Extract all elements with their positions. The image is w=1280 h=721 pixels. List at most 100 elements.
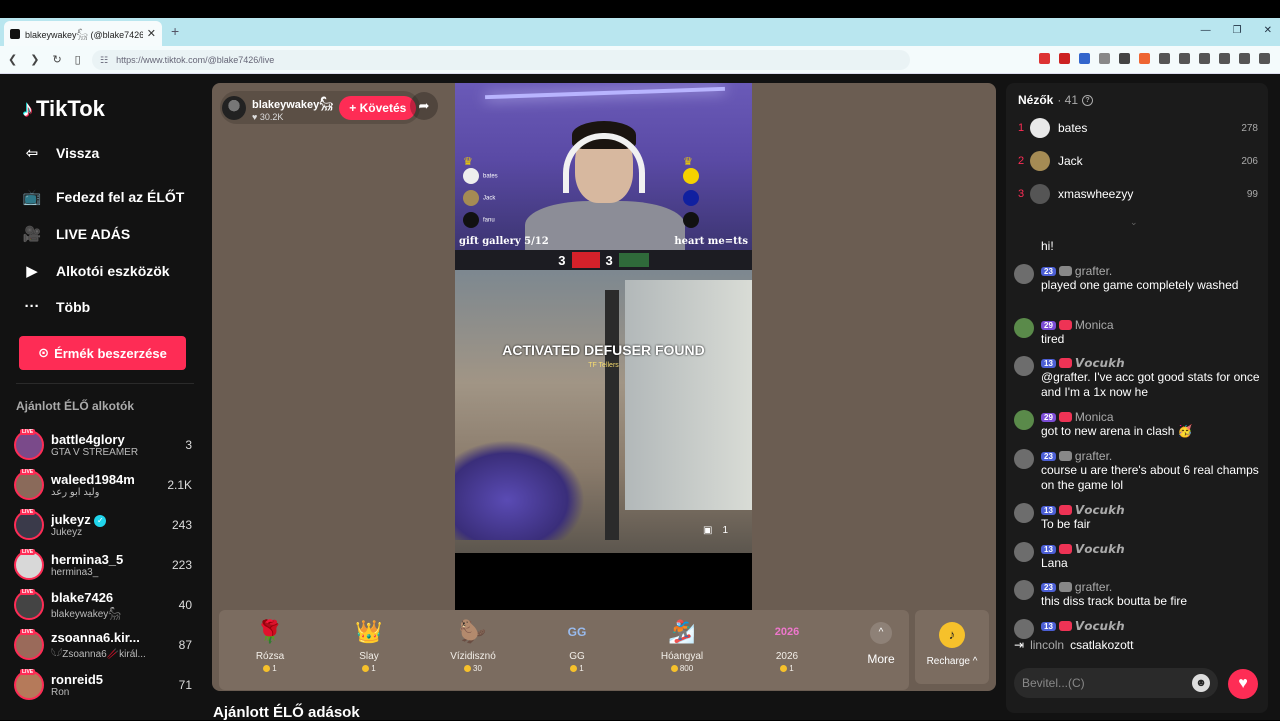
- chat-username[interactable]: 𝙑𝙤𝙘𝙪𝙠𝙝: [1075, 356, 1125, 370]
- chat-username[interactable]: grafter.: [1075, 449, 1112, 463]
- chat-username[interactable]: 𝙑𝙤𝙘𝙪𝙠𝙝: [1075, 542, 1125, 556]
- extension-icon[interactable]: [1199, 53, 1210, 64]
- extension-icon[interactable]: [1139, 53, 1150, 64]
- join-text: csatlakozott: [1070, 638, 1134, 652]
- minimize-icon[interactable]: —: [1201, 25, 1211, 36]
- follow-button[interactable]: + Követés: [339, 95, 417, 120]
- extension-icon[interactable]: [1119, 53, 1130, 64]
- join-username[interactable]: lincoln: [1030, 638, 1064, 652]
- avatar[interactable]: [1014, 619, 1034, 639]
- live-video[interactable]: ♛ bates Jack fanu ♛ gift gallery 5/12 he…: [455, 83, 752, 610]
- chat-message[interactable]: 13 𝙑𝙤𝙘𝙪𝙠𝙝 @grafter. I've acc got good sta…: [1014, 356, 1262, 400]
- nav-more[interactable]: ··· Több: [22, 298, 91, 315]
- forward-icon[interactable]: ❯: [30, 53, 39, 66]
- chat-input[interactable]: Bevitel...(C) ☻: [1014, 668, 1218, 698]
- gift-rose[interactable]: 🌹 Rózsa 1: [230, 618, 310, 673]
- chat-message[interactable]: 13 𝙑𝙤𝙘𝙪𝙠𝙝 Lana: [1014, 542, 1262, 571]
- chat-message[interactable]: 29 Monica got to new arena in clash 🥳: [1014, 410, 1262, 439]
- chat-message[interactable]: 23 grafter. this diss track boutta be fir…: [1014, 580, 1262, 609]
- bookmark-icon[interactable]: ▯: [75, 53, 81, 66]
- top-viewer-row[interactable]: 2 Jack 206: [1018, 150, 1258, 172]
- extension-icon[interactable]: [1079, 53, 1090, 64]
- creator-item[interactable]: LIVE ronreid5 Ron 71: [14, 666, 192, 704]
- avatar[interactable]: [1014, 318, 1034, 338]
- reload-icon[interactable]: ↻: [52, 53, 61, 66]
- avatar[interactable]: [1014, 503, 1034, 523]
- top-viewer-row[interactable]: 3 xmaswheezyy 99: [1018, 183, 1258, 205]
- creator-item[interactable]: LIVE battle4glory GTA V STREAMER 3: [14, 426, 192, 464]
- avatar[interactable]: [1014, 264, 1034, 284]
- emoji-icon[interactable]: ☻: [1192, 674, 1210, 692]
- extension-icon[interactable]: [1159, 53, 1170, 64]
- avatar[interactable]: [1014, 542, 1034, 562]
- nav-back[interactable]: ⇦ Vissza: [22, 144, 100, 162]
- creator-item[interactable]: LIVE jukeyz ✓ Jukeyz 243: [14, 506, 192, 544]
- chat-message[interactable]: 29 Monica tired: [1014, 318, 1262, 347]
- chat-message[interactable]: 13 𝙑𝙤𝙘𝙪𝙠𝙝 To be fair: [1014, 503, 1262, 532]
- nav-go-live[interactable]: 🎥 LIVE ADÁS: [22, 225, 131, 243]
- extension-icon[interactable]: [1039, 53, 1050, 64]
- tv-icon: 📺: [22, 189, 42, 206]
- expand-viewers-icon[interactable]: ⌄: [1130, 217, 1138, 228]
- chat-message[interactable]: 23 grafter. played one game completely wa…: [1014, 264, 1262, 293]
- creator-item[interactable]: LIVE hermina3_5 hermina3_ 223: [14, 546, 192, 584]
- nav-explore-label: Fedezd fel az ÉLŐT: [56, 189, 185, 205]
- chat-username[interactable]: 𝙑𝙤𝙘𝙪𝙠𝙝: [1075, 503, 1125, 517]
- chat-message[interactable]: 13 𝙑𝙤𝙘𝙪𝙠𝙝: [1014, 619, 1262, 639]
- gift-name: GG: [569, 651, 585, 662]
- back-icon[interactable]: ❮: [8, 53, 17, 66]
- site-info-icon[interactable]: ☷: [100, 55, 108, 66]
- chat-text: this diss track boutta be fire: [1041, 594, 1188, 608]
- extension-icon[interactable]: [1099, 53, 1110, 64]
- info-icon[interactable]: ?: [1082, 94, 1094, 106]
- nav-explore-live[interactable]: 📺 Fedezd fel az ÉLŐT: [22, 188, 185, 206]
- extension-icon[interactable]: [1219, 53, 1230, 64]
- avatar[interactable]: [1014, 410, 1034, 430]
- tab-close-icon[interactable]: ✕: [147, 27, 156, 40]
- creator-item[interactable]: LIVE blake7426 blakeywakey𓃵 40: [14, 586, 192, 624]
- gift-2026[interactable]: 2026 2026 1: [747, 618, 827, 673]
- viewers-header[interactable]: Nézők · 41 ?: [1018, 93, 1094, 107]
- get-coins-label: Érmék beszerzése: [54, 345, 167, 361]
- new-tab-icon[interactable]: +: [171, 23, 179, 39]
- extension-icon[interactable]: [1239, 53, 1250, 64]
- avatar: [463, 190, 479, 206]
- more-icon: ···: [24, 298, 40, 315]
- extension-icon[interactable]: [1179, 53, 1190, 64]
- restore-icon[interactable]: ❐: [1233, 25, 1242, 36]
- tiktok-logo[interactable]: ♪ TikTok: [22, 96, 105, 122]
- creator-subtitle: Jukeyz: [51, 527, 83, 538]
- chat-message[interactable]: 23 grafter. course u are there's about 6 …: [1014, 449, 1262, 493]
- chat-username[interactable]: Monica: [1075, 410, 1114, 424]
- chat-message: hi!: [1014, 239, 1262, 254]
- gift-slay[interactable]: 👑 Slay 1: [329, 618, 409, 673]
- menu-icon[interactable]: [1259, 53, 1270, 64]
- creator-item[interactable]: LIVE waleed1984m وليد ابو رعد 2.1K: [14, 466, 192, 504]
- browser-tab[interactable]: blakeywakey𓃵 (@blake7426) ✕: [4, 21, 162, 46]
- viewer-rank: 2: [1018, 155, 1025, 167]
- avatar[interactable]: [1014, 449, 1034, 469]
- host-avatar[interactable]: [222, 95, 246, 120]
- avatar[interactable]: [1014, 580, 1034, 600]
- close-window-icon[interactable]: ✕: [1264, 25, 1272, 36]
- get-coins-button[interactable]: ⊙ Érmék beszerzése: [19, 336, 186, 370]
- gift-gg[interactable]: GG GG 1: [537, 618, 617, 673]
- gift-snow-angel[interactable]: 🏂 Hóangyal 800: [642, 618, 722, 673]
- more-gifts-button[interactable]: ^ More: [851, 618, 911, 666]
- chat-username[interactable]: Monica: [1075, 318, 1114, 332]
- heart-button[interactable]: ♥: [1228, 669, 1258, 699]
- top-viewer-row[interactable]: 1 bates 278: [1018, 117, 1258, 139]
- extension-icon[interactable]: [1059, 53, 1070, 64]
- chat-username[interactable]: grafter.: [1075, 264, 1112, 278]
- gift-capybara[interactable]: 🦫 Vízidisznó 30: [433, 618, 513, 673]
- recharge-button[interactable]: ♪ Recharge ^: [915, 610, 989, 684]
- mini-lb-name: fanu: [483, 217, 495, 224]
- creator-item[interactable]: LIVE zsoanna6.kir... 𓆩𓆪Zsoanna6🥢királ... …: [14, 626, 192, 664]
- chat-username[interactable]: 𝙑𝙤𝙘𝙪𝙠𝙝: [1075, 619, 1125, 633]
- nav-creator-tools[interactable]: ▶ Alkotói eszközök: [22, 262, 169, 280]
- host-card[interactable]: blakeywakey𓃵 ♥ 30.2K + Követés: [220, 91, 421, 124]
- chat-username[interactable]: grafter.: [1075, 580, 1112, 594]
- share-icon[interactable]: ➦: [410, 92, 438, 120]
- url-input[interactable]: ☷ https://www.tiktok.com/@blake7426/live: [92, 50, 910, 70]
- avatar[interactable]: [1014, 356, 1034, 376]
